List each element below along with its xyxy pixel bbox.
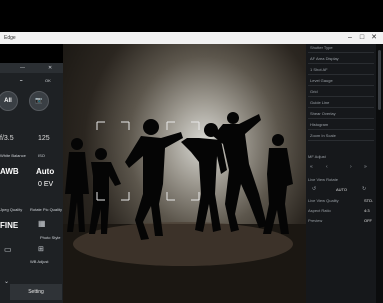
capture-mode-button[interactable]: 📷 xyxy=(29,91,49,111)
settings-item[interactable]: Guide Line xyxy=(308,99,374,108)
dancer-silhouettes xyxy=(65,112,293,240)
panel-header: — ✕ xyxy=(0,63,63,73)
settings-item[interactable]: Shear Overlay xyxy=(308,110,374,119)
setting-button[interactable]: Setting xyxy=(10,284,62,300)
scrollbar-thumb[interactable] xyxy=(378,50,381,110)
photo-style-label: Photo Style xyxy=(40,235,61,240)
settings-item[interactable]: 1 Shot AF xyxy=(308,66,374,75)
mf-adjust-label: MF Adjust xyxy=(308,154,326,159)
settings-item[interactable]: Zoom In Scale xyxy=(308,132,374,141)
rotate-quality-label: Rotate Pic Quality xyxy=(30,207,63,212)
rotate-value[interactable]: AUTO xyxy=(336,187,347,192)
aspect-ratio-label: Aspect Ratio xyxy=(308,208,331,213)
drive-value[interactable]: Auto xyxy=(36,167,54,176)
live-view[interactable] xyxy=(63,44,306,303)
minimize-icon[interactable]: – xyxy=(344,32,356,44)
settings-panel: Shutter Type AF Area Display 1 Shot AF L… xyxy=(306,44,376,303)
photo-style-icon[interactable]: ▭ xyxy=(4,245,12,254)
preview-value[interactable]: OFF xyxy=(364,218,372,223)
rotate-right-icon[interactable]: ↻ xyxy=(362,186,366,192)
settings-item[interactable]: Level Gauge xyxy=(308,77,374,86)
close-icon[interactable]: ✕ xyxy=(368,32,380,44)
mf-left-icon[interactable]: ‹ xyxy=(326,164,328,170)
live-view-rotate-label: Live View Rotate xyxy=(308,177,338,182)
settings-item[interactable]: Grid xyxy=(308,88,374,97)
camera-control-panel: — ✕ ━ OK All 📷 f/3.5 125 White Balance I… xyxy=(0,63,63,303)
iso-label: ISO xyxy=(38,153,45,158)
jpeg-quality-value[interactable]: FINE xyxy=(0,221,18,230)
mode-auto-button[interactable]: All xyxy=(0,91,18,111)
window-title: Edge xyxy=(4,35,16,41)
mf-right-icon[interactable]: › xyxy=(350,164,352,170)
settings-item[interactable]: Histogram xyxy=(308,121,374,130)
wb-adjust-icon[interactable]: ⊞ xyxy=(38,245,44,253)
white-balance-value[interactable]: AWB xyxy=(0,167,19,176)
panel-divider-icon: ━ xyxy=(20,78,23,83)
panel-close-icon[interactable]: ✕ xyxy=(48,65,52,71)
camera-icon: 📷 xyxy=(35,98,43,104)
settings-item[interactable]: AF Area Display xyxy=(308,55,374,64)
rotate-left-icon[interactable]: ↺ xyxy=(312,186,316,192)
mf-left-fast-icon[interactable]: « xyxy=(310,164,313,170)
exposure-comp-value[interactable]: 0 EV xyxy=(38,181,53,188)
panel-ok-icon[interactable]: OK xyxy=(45,78,51,83)
wb-adjust-label: WB Adjust xyxy=(30,259,49,264)
white-balance-label: White Balance xyxy=(0,153,26,158)
panel-minus-icon[interactable]: — xyxy=(20,65,25,71)
expand-arrow-icon[interactable]: ⌄ xyxy=(4,278,9,285)
live-view-quality-value[interactable]: STD. xyxy=(364,198,373,203)
window-titlebar: Edge – □ ✕ xyxy=(0,32,383,44)
aperture-value[interactable]: f/3.5 xyxy=(0,135,14,142)
maximize-icon[interactable]: □ xyxy=(356,32,368,44)
grid-quality-icon[interactable]: ▦ xyxy=(38,219,46,228)
live-view-image xyxy=(63,112,306,303)
live-view-quality-label: Live View Quality xyxy=(308,198,339,203)
mf-right-fast-icon[interactable]: » xyxy=(364,164,367,170)
preview-label: Preview xyxy=(308,218,323,223)
settings-item[interactable]: Shutter Type xyxy=(308,44,374,53)
aspect-ratio-value[interactable]: 4:3 xyxy=(364,208,370,213)
iso-value[interactable]: 125 xyxy=(38,135,50,142)
jpeg-quality-label: Jpeg Quality xyxy=(0,207,23,212)
